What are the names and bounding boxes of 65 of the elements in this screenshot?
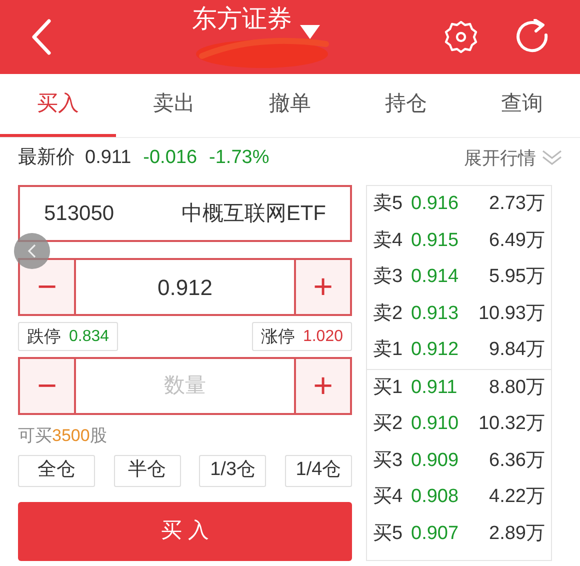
- chevron-left-icon: [27, 244, 37, 258]
- decrease-button[interactable]: −: [20, 359, 76, 413]
- available-amount: 3500: [52, 425, 90, 447]
- order-price: 0.914: [411, 265, 460, 289]
- tab[interactable]: 买入: [0, 74, 116, 137]
- settings-icon[interactable]: [444, 20, 478, 54]
- order-price: 0.910: [411, 412, 460, 436]
- position-button[interactable]: 全仓: [18, 454, 95, 486]
- double-chevron-icon: [542, 150, 562, 166]
- price-change: -0.016: [143, 146, 198, 170]
- stock-field[interactable]: 513050 中概互联网ETF: [18, 185, 352, 242]
- back-icon[interactable]: [30, 19, 52, 55]
- order-volume: 2.89万: [489, 522, 545, 546]
- latest-price: 0.911: [85, 146, 132, 170]
- expand-quotes-button[interactable]: 展开行情: [464, 144, 562, 172]
- order-price: 0.913: [411, 302, 460, 326]
- order-level-label: 卖5: [373, 192, 404, 216]
- limit-value: 0.834: [69, 326, 110, 346]
- limit-label: 跌停: [27, 326, 61, 348]
- position-button[interactable]: 半仓: [114, 454, 181, 486]
- order-price: 0.908: [411, 485, 460, 509]
- order-price: 0.916: [411, 192, 460, 216]
- position-button[interactable]: 1/3仓: [199, 454, 266, 486]
- order-price: 0.907: [411, 522, 460, 546]
- available-unit: 股: [90, 425, 107, 447]
- order-volume: 5.95万: [489, 265, 545, 289]
- floating-back-button[interactable]: [14, 233, 50, 269]
- order-price: 0.911: [411, 376, 458, 400]
- order-volume: 8.80万: [489, 376, 545, 400]
- order-volume: 6.36万: [489, 448, 545, 472]
- tab[interactable]: 卖出: [116, 74, 232, 137]
- order-volume: 10.32万: [478, 412, 545, 436]
- percent-change: -1.73%: [209, 146, 270, 170]
- order-level-label: 买4: [373, 485, 404, 509]
- latest-price-label: 最新价: [18, 146, 75, 170]
- order-price: 0.915: [411, 228, 460, 252]
- order-price: 0.912: [411, 338, 460, 362]
- order-level-label: 买5: [373, 522, 404, 546]
- order-volume: 9.84万: [489, 338, 545, 362]
- position-button[interactable]: 1/4仓: [284, 454, 352, 486]
- order-volume: 10.93万: [478, 302, 545, 326]
- stock-code: 513050: [44, 200, 114, 227]
- tab[interactable]: 查询: [464, 74, 580, 137]
- limit-value: 1.020: [302, 326, 343, 346]
- available-label: 可买: [18, 425, 52, 447]
- refresh-icon[interactable]: [516, 19, 550, 55]
- tab[interactable]: 撤单: [232, 74, 348, 137]
- app-title[interactable]: 东方证券: [192, 7, 292, 32]
- order-level-label: 卖3: [373, 265, 404, 289]
- order-level-label: 买1: [373, 376, 404, 400]
- order-level-label: 卖1: [373, 338, 404, 362]
- order-volume: 2.73万: [489, 192, 545, 216]
- order-price: 0.909: [411, 448, 460, 472]
- stock-name: 中概互联网ETF: [181, 200, 326, 227]
- increase-button[interactable]: +: [294, 359, 350, 413]
- order-level-label: 卖2: [373, 302, 404, 326]
- order-level-label: 卖4: [373, 228, 404, 252]
- order-level-label: 买2: [373, 412, 404, 436]
- limit-label: 涨停: [260, 326, 295, 348]
- order-level-label: 买3: [373, 448, 404, 472]
- buy-button[interactable]: 买 入: [18, 502, 352, 560]
- order-volume: 4.22万: [489, 485, 545, 509]
- quantity-field[interactable]: − 数量 +: [18, 357, 352, 415]
- tab[interactable]: 持仓: [348, 74, 464, 137]
- order-volume: 6.49万: [489, 228, 545, 252]
